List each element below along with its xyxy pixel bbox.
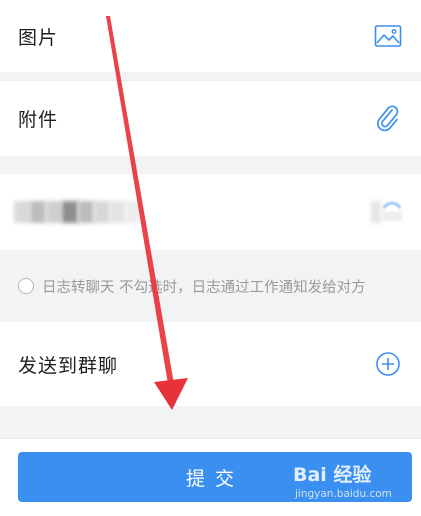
add-circle-icon[interactable] xyxy=(373,349,403,379)
attachment-row[interactable]: 附件 xyxy=(0,80,421,156)
chat-forward-notice-text: 日志转聊天 不勾选时，日志通过工作通知发给对方 xyxy=(42,279,366,296)
submit-button[interactable]: 提交 xyxy=(18,452,412,502)
image-row[interactable]: 图片 xyxy=(0,0,421,72)
attachment-row-label: 附件 xyxy=(18,109,59,131)
chat-forward-radio[interactable] xyxy=(18,278,34,294)
send-to-group-label: 发送到群聊 xyxy=(18,354,119,377)
blurred-avatar-list xyxy=(14,201,140,223)
paperclip-icon[interactable] xyxy=(373,104,403,134)
page: 图片 附件 日志转聊天 不勾选时，日志通过工作通知发给对方 发送到群聊 提交 B… xyxy=(0,0,421,516)
chat-forward-option[interactable]: 日志转聊天 不勾选时，日志通过工作通知发给对方 xyxy=(0,250,421,322)
blurred-add-recipient-icon[interactable] xyxy=(371,200,403,224)
image-row-label: 图片 xyxy=(18,26,59,49)
recipient-row[interactable] xyxy=(0,174,421,250)
image-icon[interactable] xyxy=(373,21,403,51)
send-to-group-row[interactable]: 发送到群聊 xyxy=(0,322,421,406)
submit-bar: 提交 xyxy=(0,438,421,516)
